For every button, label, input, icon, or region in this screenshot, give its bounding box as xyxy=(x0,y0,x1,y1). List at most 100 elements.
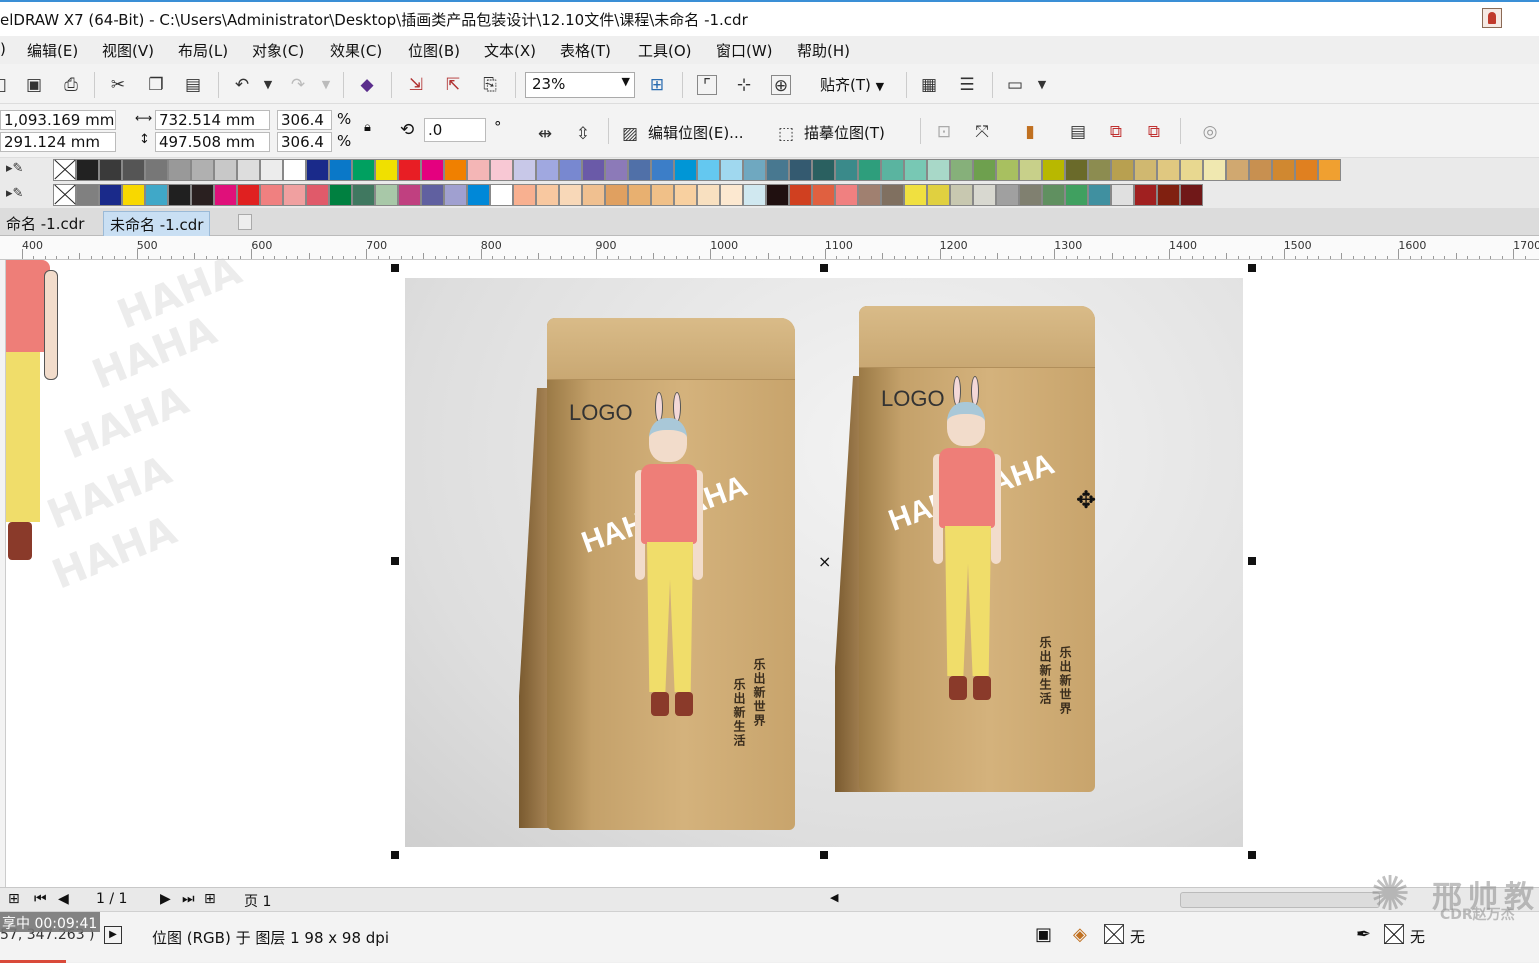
prev-page-icon[interactable]: ◀ xyxy=(58,891,69,907)
application-launcher-icon[interactable]: ▭ xyxy=(1005,75,1025,95)
selection-handle[interactable] xyxy=(820,264,828,272)
color-swatch[interactable] xyxy=(973,159,996,181)
selection-handle[interactable] xyxy=(391,557,399,565)
color-swatch[interactable] xyxy=(1088,184,1111,206)
horizontal-scrollbar[interactable] xyxy=(1180,892,1380,908)
color-swatch[interactable] xyxy=(766,159,789,181)
color-swatch[interactable] xyxy=(743,159,766,181)
color-swatch[interactable] xyxy=(421,159,444,181)
paste-icon[interactable]: ▤ xyxy=(183,75,203,95)
color-swatch[interactable] xyxy=(260,184,283,206)
color-swatch[interactable] xyxy=(881,184,904,206)
color-swatch[interactable] xyxy=(329,159,352,181)
color-swatch[interactable] xyxy=(789,159,812,181)
menu-bitmaps[interactable]: 位图(B) xyxy=(408,40,460,61)
color-swatch[interactable] xyxy=(651,184,674,206)
color-swatch[interactable] xyxy=(835,184,858,206)
redo-icon[interactable]: ↷ xyxy=(288,75,308,95)
color-swatch[interactable] xyxy=(1019,159,1042,181)
menu-file[interactable]: ) xyxy=(0,40,6,58)
color-swatch[interactable] xyxy=(1318,159,1341,181)
scale-y-field[interactable]: 306.4 xyxy=(277,132,332,152)
color-swatch[interactable] xyxy=(743,184,766,206)
selection-handle[interactable] xyxy=(391,851,399,859)
import-icon[interactable]: ⇲ xyxy=(406,75,426,95)
mirror-horizontal-icon[interactable]: ⇹ xyxy=(535,124,555,144)
color-swatch[interactable] xyxy=(996,184,1019,206)
color-swatch[interactable] xyxy=(1203,159,1226,181)
grid-toggle-icon[interactable]: ⊹ xyxy=(734,75,754,95)
color-swatch[interactable] xyxy=(145,184,168,206)
color-swatch[interactable] xyxy=(421,184,444,206)
selection-handle[interactable] xyxy=(1248,264,1256,272)
cut-icon[interactable]: ✂ xyxy=(108,75,128,95)
color-swatch[interactable] xyxy=(536,184,559,206)
color-swatch[interactable] xyxy=(490,184,513,206)
menu-window[interactable]: 窗口(W) xyxy=(716,40,773,61)
print-icon[interactable]: ⎙ xyxy=(61,75,81,95)
menu-text[interactable]: 文本(X) xyxy=(484,40,536,61)
color-swatch[interactable] xyxy=(168,159,191,181)
y-position-field[interactable]: 291.124 mm xyxy=(0,132,116,152)
color-swatch[interactable] xyxy=(605,184,628,206)
color-swatch[interactable] xyxy=(766,184,789,206)
trace-bitmap-icon[interactable]: ⬚ xyxy=(776,124,796,144)
color-swatch[interactable] xyxy=(628,184,651,206)
color-swatch[interactable] xyxy=(283,184,306,206)
undo-dropdown-icon[interactable]: ▼ xyxy=(258,75,278,95)
color-swatch[interactable] xyxy=(260,159,283,181)
color-swatch[interactable] xyxy=(214,184,237,206)
first-page-icon[interactable]: ⏮ xyxy=(34,891,47,907)
snap-to-dropdown[interactable]: 贴齐(T) ▼ xyxy=(820,74,884,95)
menu-effects[interactable]: 效果(C) xyxy=(330,40,382,61)
color-swatch[interactable] xyxy=(1134,159,1157,181)
scroll-left-icon[interactable]: ◀ xyxy=(830,891,838,904)
color-swatch[interactable] xyxy=(720,184,743,206)
color-proof-icon[interactable]: ▣ xyxy=(1035,924,1052,945)
color-swatch[interactable] xyxy=(789,184,812,206)
rotation-angle-field[interactable]: .0 xyxy=(424,118,486,142)
fill-none-swatch[interactable] xyxy=(1104,924,1124,944)
redo-dropdown-icon[interactable]: ▼ xyxy=(316,75,336,95)
wrap-text-icon[interactable]: ▤ xyxy=(1068,122,1088,142)
color-swatch[interactable] xyxy=(513,159,536,181)
color-swatch[interactable] xyxy=(1134,184,1157,206)
color-swatch[interactable] xyxy=(904,159,927,181)
color-swatch[interactable] xyxy=(697,159,720,181)
selection-handle[interactable] xyxy=(1248,557,1256,565)
drawing-canvas[interactable]: HAHA HAHA HAHA HAHA HAHA LOGO HAHAHAHA 乐… xyxy=(0,248,1539,887)
full-screen-icon[interactable]: ⊞ xyxy=(647,75,667,95)
color-swatch[interactable] xyxy=(881,159,904,181)
to-front-icon[interactable]: ⧉ xyxy=(1106,122,1126,142)
color-swatch[interactable] xyxy=(306,184,329,206)
welcome-screen-icon[interactable]: ▦ xyxy=(919,75,939,95)
menu-object[interactable]: 对象(C) xyxy=(252,40,304,61)
color-swatch[interactable] xyxy=(306,159,329,181)
trace-bitmap-button[interactable]: 描摹位图(T) xyxy=(804,122,885,143)
save-icon[interactable]: ▣ xyxy=(24,75,44,95)
color-swatch[interactable] xyxy=(467,184,490,206)
color-swatch[interactable] xyxy=(352,184,375,206)
color-swatch[interactable] xyxy=(398,184,421,206)
color-swatch[interactable] xyxy=(858,184,881,206)
color-swatch[interactable] xyxy=(536,159,559,181)
color-swatch[interactable] xyxy=(513,184,536,206)
color-swatch[interactable] xyxy=(1226,159,1249,181)
open-icon[interactable]: ▯ xyxy=(0,75,12,95)
resample-icon[interactable]: ⤧ xyxy=(972,122,992,142)
color-swatch[interactable] xyxy=(812,184,835,206)
color-swatch[interactable] xyxy=(582,184,605,206)
doc-tab-active[interactable]: 未命名 -1.cdr xyxy=(103,211,211,236)
menu-help[interactable]: 帮助(H) xyxy=(797,40,850,61)
color-swatch[interactable] xyxy=(674,159,697,181)
color-swatch[interactable] xyxy=(1157,159,1180,181)
publish-pdf-icon[interactable]: ⎘ xyxy=(480,75,500,95)
color-swatch[interactable] xyxy=(1295,159,1318,181)
color-swatch[interactable] xyxy=(559,159,582,181)
color-swatch[interactable] xyxy=(283,159,306,181)
menu-table[interactable]: 表格(T) xyxy=(560,40,611,61)
color-swatch[interactable] xyxy=(398,159,421,181)
color-swatch[interactable] xyxy=(950,184,973,206)
color-swatch[interactable] xyxy=(1065,184,1088,206)
color-swatch[interactable] xyxy=(76,159,99,181)
